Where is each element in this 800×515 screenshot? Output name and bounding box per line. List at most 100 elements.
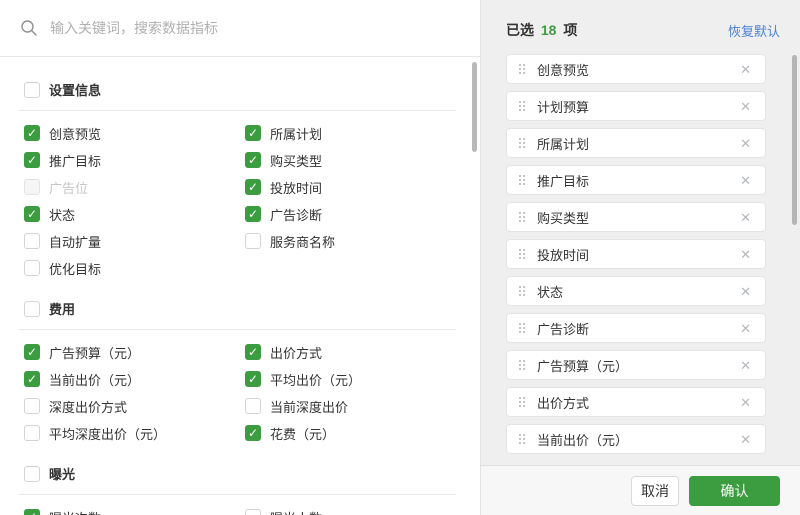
metric-checkbox[interactable] xyxy=(24,233,40,249)
metric-checkbox-row[interactable]: 服务商名称 xyxy=(245,233,456,250)
drag-handle-icon[interactable] xyxy=(519,360,525,370)
selected-count-suffix: 项 xyxy=(563,22,578,38)
drag-handle-icon[interactable] xyxy=(519,286,525,296)
selected-item-card[interactable]: 推广目标 ✕ xyxy=(506,165,766,195)
drag-handle-icon[interactable] xyxy=(519,101,525,111)
remove-item-icon[interactable]: ✕ xyxy=(738,209,753,226)
metric-checkbox-row[interactable]: 当前出价（元） xyxy=(24,371,235,388)
selected-item-card[interactable]: 广告诊断 ✕ xyxy=(506,313,766,343)
metric-label: 服务商名称 xyxy=(270,234,336,250)
dialog-footer: 取消 确认 xyxy=(481,465,800,515)
metric-checkbox[interactable] xyxy=(24,125,40,141)
metric-checkbox[interactable] xyxy=(24,398,40,414)
selected-count: 已选 18 项 xyxy=(506,20,577,40)
right-scrollbar-thumb[interactable] xyxy=(792,55,797,225)
metric-checkbox-row[interactable]: 创意预览 xyxy=(24,125,235,142)
metric-checkbox[interactable] xyxy=(24,344,40,360)
selected-item-card[interactable]: 投放时间 ✕ xyxy=(506,239,766,269)
metric-checkbox-row[interactable]: 所属计划 xyxy=(245,125,456,142)
drag-handle-icon[interactable] xyxy=(519,249,525,259)
metric-checkbox-row[interactable]: 曝光人数 xyxy=(245,509,456,515)
selected-count-number: 18 xyxy=(540,22,557,38)
remove-item-icon[interactable]: ✕ xyxy=(738,394,753,411)
section-select-all-checkbox[interactable] xyxy=(24,300,40,317)
metric-checkbox[interactable] xyxy=(245,509,261,515)
cancel-button[interactable]: 取消 xyxy=(631,475,679,506)
metric-checkbox[interactable] xyxy=(245,344,261,360)
metric-checkbox[interactable] xyxy=(245,233,261,249)
remove-item-icon[interactable]: ✕ xyxy=(738,431,753,448)
remove-item-icon[interactable]: ✕ xyxy=(738,320,753,337)
left-scrollbar-thumb[interactable] xyxy=(472,62,477,152)
metric-checkbox-row[interactable]: 自动扩量 xyxy=(24,233,235,250)
selected-item-card[interactable]: 状态 ✕ xyxy=(506,276,766,306)
remove-item-icon[interactable]: ✕ xyxy=(738,135,753,152)
metric-checkbox-row[interactable]: 广告预算（元） xyxy=(24,344,235,361)
metric-checkbox[interactable] xyxy=(245,398,261,414)
remove-item-icon[interactable]: ✕ xyxy=(738,61,753,78)
section-select-all-checkbox[interactable] xyxy=(24,465,40,482)
remove-item-icon[interactable]: ✕ xyxy=(738,172,753,189)
metric-checkbox-row[interactable]: 当前深度出价 xyxy=(245,398,456,415)
selected-item-card[interactable]: 创意预览 ✕ xyxy=(506,54,766,84)
metric-checkbox[interactable] xyxy=(245,425,261,441)
selected-item-card[interactable]: 所属计划 ✕ xyxy=(506,128,766,158)
metric-checkbox-row[interactable]: 推广目标 xyxy=(24,152,235,169)
drag-handle-icon[interactable] xyxy=(519,434,525,444)
metric-label: 出价方式 xyxy=(270,345,323,361)
remove-item-icon[interactable]: ✕ xyxy=(738,98,753,115)
remove-item-icon[interactable]: ✕ xyxy=(738,357,753,374)
drag-handle-icon[interactable] xyxy=(519,212,525,222)
metric-checkbox-row[interactable]: 曝光次数 xyxy=(24,509,235,515)
selected-panel: 已选 18 项 恢复默认 创意预览 ✕ 计划预算 ✕ 所属计划 ✕ 推广目标 ✕ xyxy=(480,0,800,515)
search-icon xyxy=(21,20,37,36)
selected-item-card[interactable]: 广告预算（元） ✕ xyxy=(506,350,766,380)
drag-handle-icon[interactable] xyxy=(519,64,525,74)
drag-handle-icon[interactable] xyxy=(519,138,525,148)
section-divider xyxy=(19,329,456,330)
metric-checkbox[interactable] xyxy=(245,179,261,195)
metric-checkbox-row[interactable]: 优化目标 xyxy=(24,260,235,277)
metric-checkbox[interactable] xyxy=(245,152,261,168)
selected-item-card[interactable]: 当前出价（元） ✕ xyxy=(506,424,766,454)
section-title: 费用 xyxy=(49,302,76,317)
metric-checkbox[interactable] xyxy=(245,206,261,222)
selected-item-label: 广告预算（元） xyxy=(537,358,629,374)
metric-checkbox[interactable] xyxy=(245,371,261,387)
metric-picker-panel: 设置信息 创意预览 所属计划 推广目标 购买类型 广告位 投放时间 状态 广告诊… xyxy=(0,0,480,515)
metric-checkbox-row[interactable]: 广告诊断 xyxy=(245,206,456,223)
metric-checkbox-row[interactable]: 购买类型 xyxy=(245,152,456,169)
drag-handle-icon[interactable] xyxy=(519,397,525,407)
remove-item-icon[interactable]: ✕ xyxy=(738,246,753,263)
metric-checkbox[interactable] xyxy=(24,206,40,222)
metric-checkbox[interactable] xyxy=(245,125,261,141)
metric-checkbox-row[interactable]: 平均深度出价（元） xyxy=(24,425,235,442)
remove-item-icon[interactable]: ✕ xyxy=(738,283,753,300)
drag-handle-icon[interactable] xyxy=(519,323,525,333)
selected-item-card[interactable]: 计划预算 ✕ xyxy=(506,91,766,121)
metric-checkbox-row[interactable]: 深度出价方式 xyxy=(24,398,235,415)
selected-item-card[interactable]: 出价方式 ✕ xyxy=(506,387,766,417)
confirm-button[interactable]: 确认 xyxy=(689,475,780,506)
search-input[interactable] xyxy=(50,20,460,36)
metric-checkbox[interactable] xyxy=(24,425,40,441)
metric-label: 所属计划 xyxy=(270,126,323,142)
section-divider xyxy=(19,494,456,495)
section-title: 曝光 xyxy=(49,467,76,482)
metric-checkbox[interactable] xyxy=(24,152,40,168)
metric-checkbox-row[interactable]: 花费（元） xyxy=(245,425,456,442)
section-items: 曝光次数 曝光人数 xyxy=(24,509,456,515)
drag-handle-icon[interactable] xyxy=(519,175,525,185)
metric-checkbox-row[interactable]: 出价方式 xyxy=(245,344,456,361)
metric-checkbox[interactable] xyxy=(24,371,40,387)
selected-item-label: 计划预算 xyxy=(537,99,590,115)
metric-checkbox[interactable] xyxy=(24,509,40,515)
restore-default-link[interactable]: 恢复默认 xyxy=(728,21,780,40)
metric-checkbox-row[interactable]: 平均出价（元） xyxy=(245,371,456,388)
metric-checkbox-row[interactable]: 状态 xyxy=(24,206,235,223)
metric-checkbox[interactable] xyxy=(24,260,40,276)
metric-checkbox-row[interactable]: 投放时间 xyxy=(245,179,456,196)
selected-item-card[interactable]: 购买类型 ✕ xyxy=(506,202,766,232)
selected-item-label: 创意预览 xyxy=(537,62,590,78)
section-select-all-checkbox[interactable] xyxy=(24,81,40,98)
